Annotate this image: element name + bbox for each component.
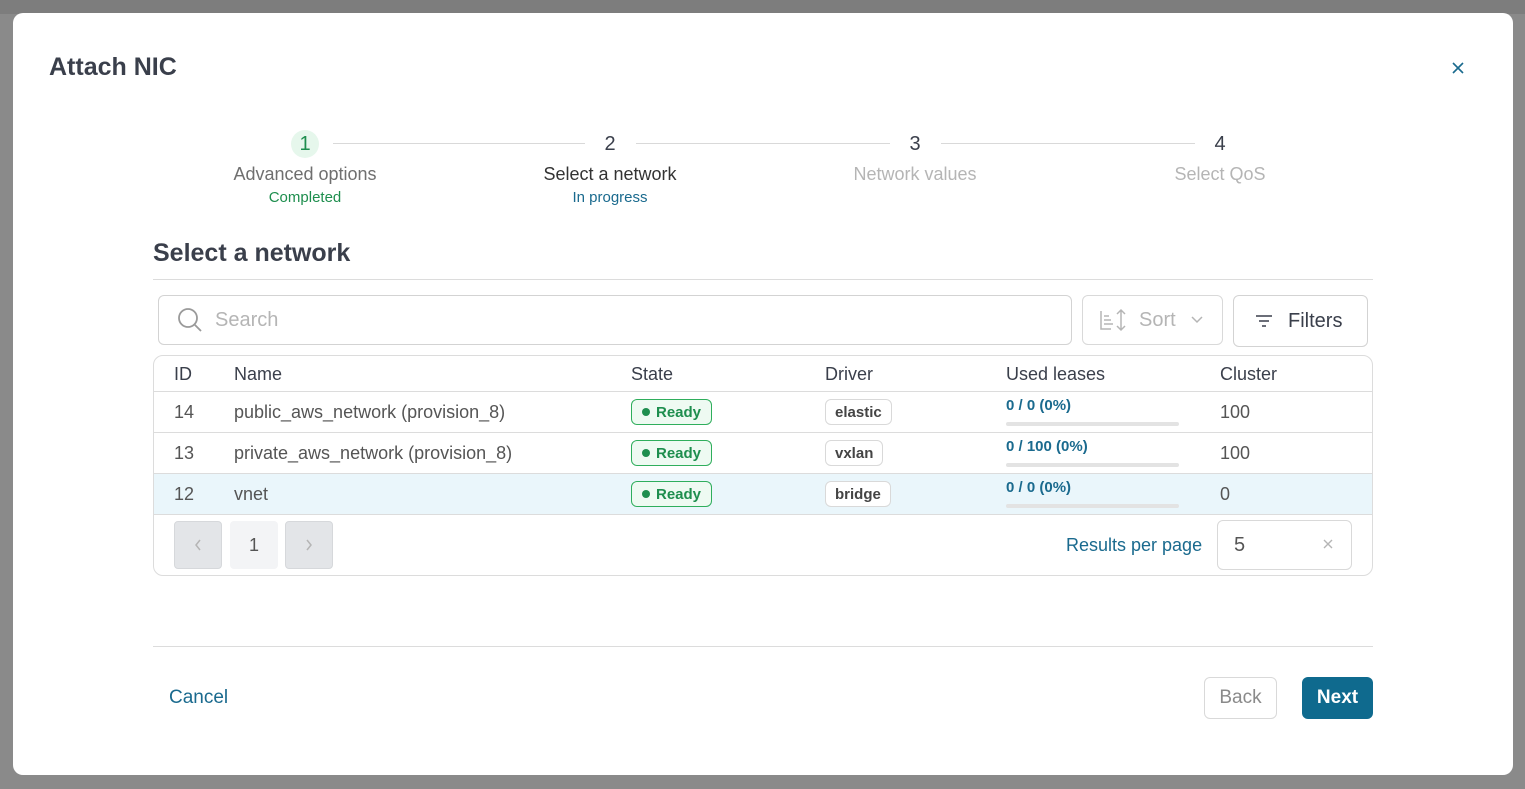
table-row[interactable]: 13 private_aws_network (provision_8) Rea… (154, 433, 1372, 474)
cell-id: 13 (174, 443, 195, 463)
status-badge: Ready (631, 481, 713, 507)
results-per-page-label: Results per page (1066, 535, 1203, 555)
status-text: Ready (656, 403, 702, 421)
column-header-used-leases[interactable]: Used leases (1006, 364, 1105, 385)
results-per-page-select[interactable]: 5 (1217, 520, 1352, 570)
lease-text: 0 / 0 (0%) (1006, 397, 1072, 414)
cell-cluster: 100 (1220, 443, 1251, 463)
section-title: Select a network (153, 239, 351, 267)
cell-id: 12 (174, 484, 195, 504)
backdrop (0, 0, 1525, 14)
lease-progress-bar (1006, 463, 1179, 467)
driver-badge: bridge (825, 481, 891, 507)
chevron-right-icon (306, 539, 312, 551)
driver-badge: vxlan (825, 440, 884, 466)
step-label: Select QoS (1174, 164, 1266, 184)
back-button[interactable]: Back (1204, 677, 1277, 719)
chevron-left-icon (195, 539, 201, 551)
table-row[interactable]: 14 public_aws_network (provision_8) Read… (154, 392, 1372, 433)
sort-button[interactable]: Sort (1082, 295, 1223, 345)
status-dot-icon (642, 408, 650, 416)
step-label: Network values (853, 164, 977, 184)
cell-cluster: 100 (1220, 402, 1251, 422)
filters-label: Filters (1288, 309, 1343, 332)
next-page-button[interactable] (285, 521, 333, 569)
column-header-id[interactable]: ID (174, 364, 192, 385)
status-text: Ready (656, 485, 702, 503)
filter-icon (1256, 315, 1272, 327)
cell-name: public_aws_network (provision_8) (234, 402, 506, 422)
step-number: 2 (604, 133, 616, 155)
modal-title: Attach NIC (49, 53, 177, 81)
sort-icon (1100, 308, 1126, 332)
status-dot-icon (642, 490, 650, 498)
column-header-cluster[interactable]: Cluster (1220, 364, 1277, 385)
lease-progress-bar (1006, 422, 1179, 426)
search-icon (178, 308, 202, 332)
results-per-page-value: 5 (1234, 533, 1246, 556)
status-badge: Ready (631, 399, 713, 425)
step-number: 3 (909, 133, 921, 155)
status-text: Ready (656, 444, 702, 462)
step-network-values[interactable]: 3 Network values (805, 130, 1025, 185)
close-button[interactable] (1447, 57, 1469, 79)
network-table: ID Name State Driver Used leases Cluster… (153, 355, 1373, 576)
filters-button[interactable]: Filters (1233, 295, 1368, 347)
next-button[interactable]: Next (1302, 677, 1373, 719)
clear-icon[interactable] (1321, 537, 1335, 551)
column-header-name[interactable]: Name (234, 364, 282, 385)
step-label: Advanced options (233, 164, 377, 184)
step-select-network[interactable]: 2 Select a network In progress (500, 130, 720, 206)
step-label: Select a network (543, 164, 677, 184)
search-box[interactable] (158, 295, 1072, 345)
previous-page-button[interactable] (174, 521, 222, 569)
attach-nic-modal: Attach NIC 1 Advanced options Completed … (13, 13, 1513, 775)
step-status: Completed (268, 189, 342, 206)
step-advanced-options[interactable]: 1 Advanced options Completed (195, 130, 415, 206)
sort-label: Sort (1139, 308, 1176, 331)
divider (153, 279, 1373, 280)
divider (153, 646, 1373, 647)
step-number: 4 (1214, 133, 1226, 155)
table-header: ID Name State Driver Used leases Cluster (154, 356, 1372, 392)
column-header-state[interactable]: State (631, 364, 673, 385)
column-header-driver[interactable]: Driver (825, 364, 873, 385)
cell-id: 14 (174, 402, 195, 422)
cell-name: vnet (234, 484, 269, 504)
step-number: 1 (291, 130, 319, 158)
lease-progress-bar (1006, 504, 1179, 508)
lease-text: 0 / 0 (0%) (1006, 479, 1072, 496)
cancel-button[interactable]: Cancel (169, 687, 228, 709)
step-select-qos[interactable]: 4 Select QoS (1110, 130, 1330, 185)
close-icon (1452, 62, 1464, 74)
driver-badge: elastic (825, 399, 892, 425)
status-dot-icon (642, 449, 650, 457)
cell-cluster: 0 (1220, 484, 1231, 504)
cell-name: private_aws_network (provision_8) (234, 443, 513, 463)
chevron-down-icon (1191, 316, 1203, 324)
step-status: In progress (572, 189, 648, 206)
status-badge: Ready (631, 440, 713, 466)
lease-text: 0 / 100 (0%) (1006, 438, 1088, 455)
search-input[interactable] (215, 308, 1065, 332)
table-row[interactable]: 12 vnet Ready bridge 0 / 0 (0%) 0 (154, 474, 1372, 515)
page-number-button[interactable]: 1 (230, 521, 278, 569)
